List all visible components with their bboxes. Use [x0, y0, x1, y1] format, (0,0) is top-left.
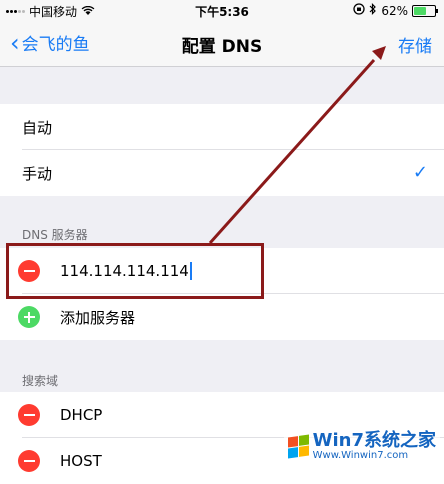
windows-logo-icon — [287, 434, 309, 459]
watermark-url: Www.Winwin7.com — [312, 449, 409, 461]
watermark: Win7系统之家 Www.Winwin7.com — [283, 429, 440, 463]
watermark-title: Win7系统之家 — [312, 429, 436, 451]
watermark-text: Win7系统之家 Www.Winwin7.com — [312, 429, 436, 461]
annotation-arrow-icon — [208, 46, 386, 245]
